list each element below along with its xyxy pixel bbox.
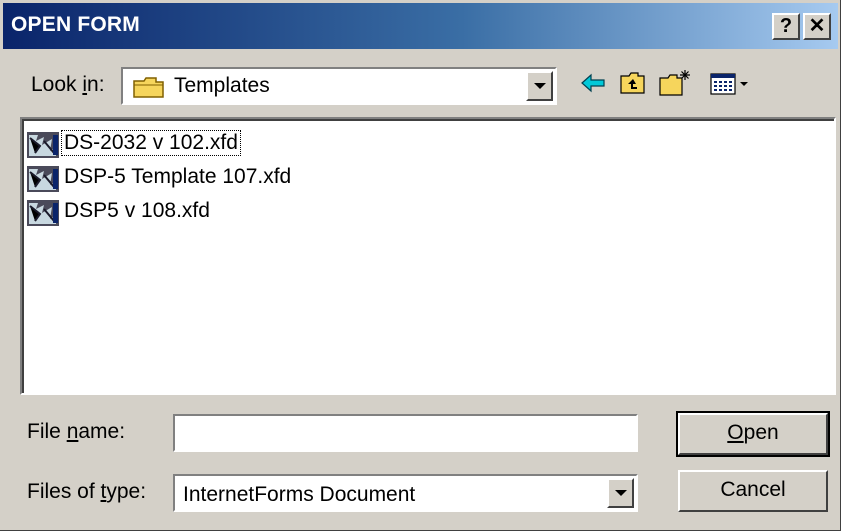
look-in-value: Templates [174, 74, 270, 97]
view-menu-icon[interactable] [708, 68, 752, 103]
files-of-type-value: InternetForms Document [183, 483, 416, 506]
files-of-type-dropdown-arrow[interactable] [607, 478, 634, 508]
xfd-file-icon [26, 199, 60, 232]
new-folder-icon[interactable] [658, 68, 692, 103]
xfd-file-icon [26, 165, 60, 198]
file-name-label: DSP5 v 108.xfd [64, 199, 210, 222]
file-name-field-label: File name: [27, 420, 126, 443]
title-bar[interactable]: OPEN FORM ? ✕ [3, 3, 838, 49]
help-button[interactable]: ? [772, 13, 800, 40]
close-button[interactable]: ✕ [803, 13, 831, 40]
look-in-dropdown[interactable]: Templates [121, 67, 557, 105]
cancel-button[interactable]: Cancel [678, 470, 828, 512]
close-icon: ✕ [808, 15, 826, 37]
file-name-label: DSP-5 Template 107.xfd [64, 165, 292, 188]
open-button[interactable]: Open [676, 411, 830, 457]
file-name-input[interactable] [173, 414, 638, 452]
back-arrow-icon[interactable] [578, 68, 608, 103]
window-title: OPEN FORM [11, 13, 140, 36]
look-in-label: Look in: [31, 73, 105, 96]
look-in-dropdown-arrow[interactable] [526, 71, 553, 101]
file-list[interactable]: DS-2032 v 102.xfd DSP-5 Template 107.xfd [20, 117, 836, 395]
folder-icon [132, 76, 166, 105]
up-one-level-icon[interactable] [618, 68, 648, 103]
xfd-file-icon [26, 131, 60, 164]
file-name-label: DS-2032 v 102.xfd [61, 130, 241, 156]
files-of-type-dropdown[interactable]: InternetForms Document [173, 474, 638, 512]
open-form-dialog: OPEN FORM ? ✕ Look in: Templates DS-2032… [0, 0, 841, 531]
files-of-type-label: Files of type: [27, 480, 147, 503]
file-list-frame: DS-2032 v 102.xfd DSP-5 Template 107.xfd [22, 119, 834, 393]
